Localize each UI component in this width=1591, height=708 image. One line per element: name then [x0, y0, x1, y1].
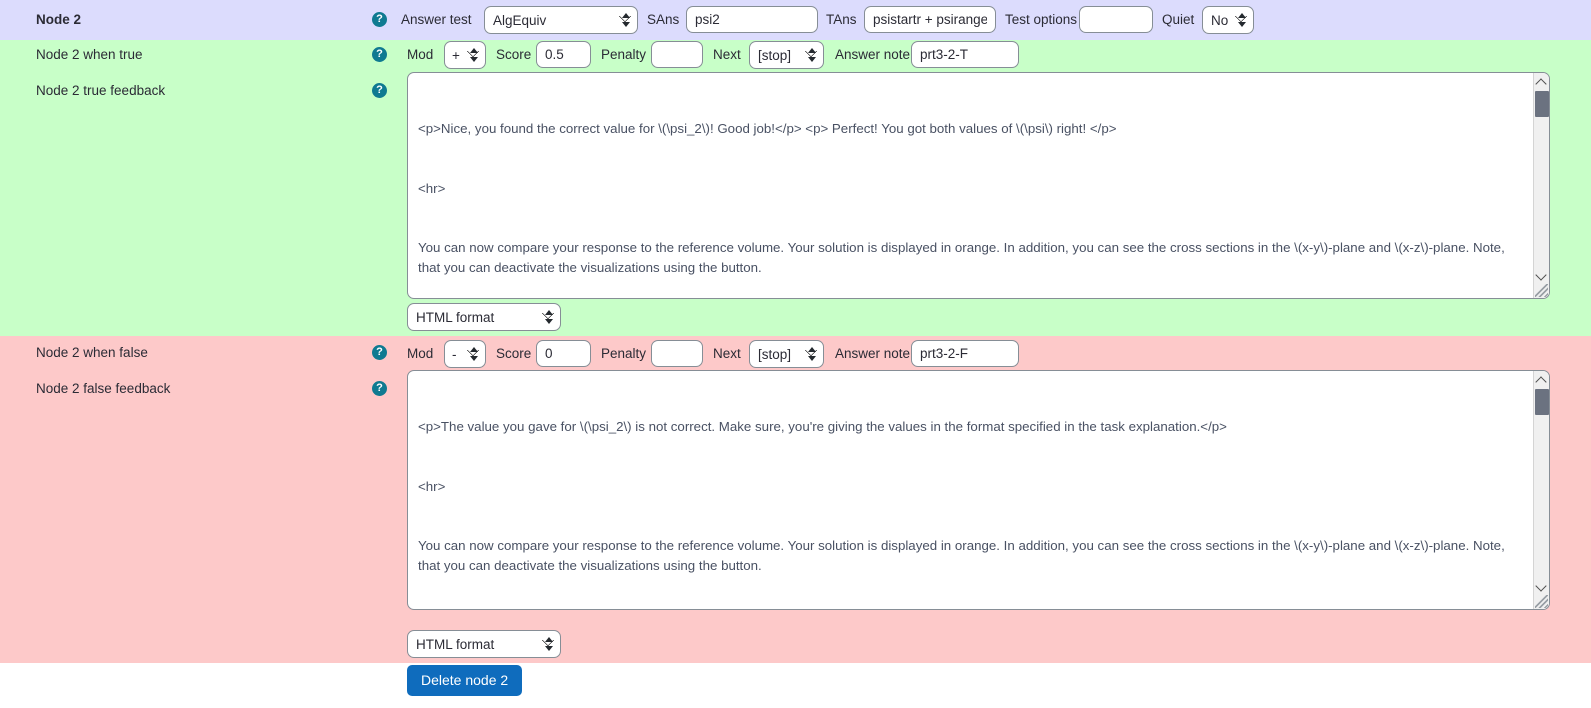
true-next-label: Next	[713, 47, 741, 62]
feedback-line: <p>Nice, you found the correct value for…	[418, 120, 1117, 136]
false-format-select[interactable]: HTML format	[407, 630, 561, 658]
help-icon[interactable]: ?	[372, 12, 387, 27]
false-row-label: Node 2 when false	[36, 345, 148, 360]
scrollbar-thumb[interactable]	[1535, 91, 1549, 117]
true-feedback-label: Node 2 true feedback	[36, 83, 166, 98]
test-options-input[interactable]	[1079, 6, 1153, 33]
false-format-select-wrap[interactable]: HTML format	[407, 630, 561, 658]
false-feedback-text[interactable]: <p>The value you gave for \(\psi_2\) is …	[408, 371, 1532, 609]
true-next-select[interactable]: [stop]	[749, 41, 824, 69]
true-next-select-wrap[interactable]: [stop]	[749, 41, 824, 69]
false-next-label: Next	[713, 346, 741, 361]
false-next-select-wrap[interactable]: [stop]	[749, 340, 824, 368]
delete-node-button[interactable]: Delete node 2	[407, 665, 523, 696]
false-mod-select-wrap[interactable]: -	[444, 340, 486, 368]
false-score-input[interactable]	[536, 340, 591, 367]
true-penalty-label: Penalty	[601, 47, 647, 62]
true-feedback-textarea[interactable]: <p>Nice, you found the correct value for…	[407, 72, 1550, 299]
scroll-up-icon[interactable]	[1534, 75, 1549, 90]
false-feedback-scrollbar[interactable]	[1533, 371, 1549, 609]
sans-label: SAns	[647, 12, 680, 27]
feedback-line: <hr>	[418, 478, 446, 494]
true-score-label: Score	[496, 47, 532, 62]
answer-test-select-wrap[interactable]: AlgEquiv	[484, 6, 638, 34]
answer-test-label: Answer test	[401, 12, 472, 27]
feedback-line: You can now compare your response to the…	[418, 538, 1505, 574]
help-icon[interactable]: ?	[372, 381, 387, 396]
scrollbar-thumb[interactable]	[1535, 389, 1549, 415]
false-mod-label: Mod	[407, 346, 434, 361]
scroll-down-icon[interactable]	[1534, 580, 1549, 595]
false-penalty-input[interactable]	[651, 340, 703, 367]
false-penalty-label: Penalty	[601, 346, 647, 361]
feedback-line: <p>The value you gave for \(\psi_2\) is …	[418, 418, 1227, 434]
test-options-label: Test options	[1005, 12, 1078, 27]
false-score-label: Score	[496, 346, 532, 361]
help-icon[interactable]: ?	[372, 83, 387, 98]
quiet-label: Quiet	[1162, 12, 1195, 27]
false-mod-select[interactable]: -	[444, 340, 486, 368]
scroll-down-icon[interactable]	[1534, 269, 1549, 284]
true-feedback-text[interactable]: <p>Nice, you found the correct value for…	[408, 73, 1532, 298]
true-penalty-input[interactable]	[651, 41, 703, 68]
false-feedback-textarea[interactable]: <p>The value you gave for \(\psi_2\) is …	[407, 370, 1550, 610]
true-format-select[interactable]: HTML format	[407, 303, 561, 331]
false-next-select[interactable]: [stop]	[749, 340, 824, 368]
answer-test-select[interactable]: AlgEquiv	[484, 6, 638, 34]
true-score-input[interactable]	[536, 41, 591, 68]
true-answer-note-label: Answer note	[835, 47, 911, 62]
quiet-select-wrap[interactable]: No	[1202, 6, 1254, 34]
tans-input[interactable]	[864, 6, 996, 33]
true-format-select-wrap[interactable]: HTML format	[407, 303, 561, 331]
true-mod-select[interactable]: +	[444, 41, 486, 69]
true-answer-note-input[interactable]	[911, 41, 1019, 68]
false-answer-note-label: Answer note	[835, 346, 911, 361]
true-mod-select-wrap[interactable]: +	[444, 41, 486, 69]
false-answer-note-input[interactable]	[911, 340, 1019, 367]
quiet-select[interactable]: No	[1202, 6, 1254, 34]
feedback-line: You can now compare your response to the…	[418, 240, 1505, 276]
feedback-line: <hr>	[418, 180, 446, 196]
true-mod-label: Mod	[407, 47, 434, 62]
false-feedback-label: Node 2 false feedback	[36, 381, 171, 396]
scroll-up-icon[interactable]	[1534, 373, 1549, 388]
node-title: Node 2	[36, 12, 82, 27]
help-icon[interactable]: ?	[372, 345, 387, 360]
prt-node-editor: Node 2 ? Answer test AlgEquiv SAns TAns …	[0, 0, 1591, 708]
true-row-label: Node 2 when true	[36, 47, 143, 62]
tans-label: TAns	[826, 12, 857, 27]
help-icon[interactable]: ?	[372, 47, 387, 62]
true-feedback-scrollbar[interactable]	[1533, 73, 1549, 298]
sans-input[interactable]	[686, 6, 818, 33]
